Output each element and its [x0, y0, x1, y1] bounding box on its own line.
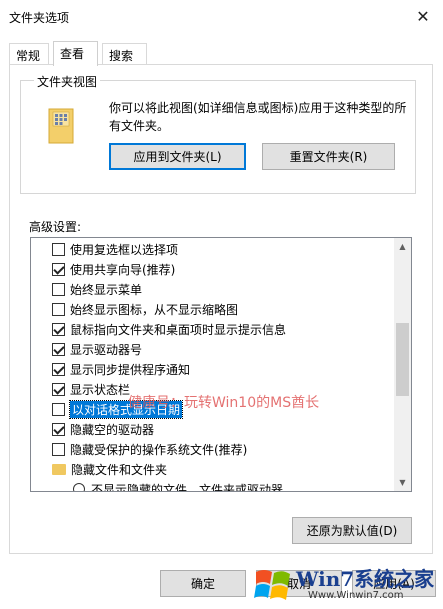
folder-icon — [52, 463, 66, 475]
list-item-label: 隐藏受保护的操作系统文件(推荐) — [70, 442, 248, 457]
scroll-down-arrow[interactable]: ▼ — [394, 474, 411, 491]
list-item-label: 使用复选框以选择项 — [70, 242, 179, 257]
list-item[interactable]: 显示驱动器号 — [31, 339, 395, 359]
list-item-label: 显示同步提供程序通知 — [70, 362, 191, 377]
checkbox[interactable] — [52, 262, 65, 276]
list-item-label: 显示状态栏 — [70, 382, 131, 397]
list-item-label: 隐藏文件和文件夹 — [71, 462, 168, 477]
tab-general[interactable]: 常规 — [9, 43, 49, 65]
chevron-down-icon: ▼ — [399, 478, 406, 487]
list-item[interactable]: 鼠标指向文件夹和桌面项时显示提示信息 — [31, 319, 395, 339]
list-item[interactable]: 隐藏空的驱动器 — [31, 419, 395, 439]
list-item-label: 始终显示菜单 — [70, 282, 143, 297]
scroll-up-arrow[interactable]: ▲ — [394, 238, 411, 255]
folder-views-group — [20, 80, 416, 194]
ok-button[interactable]: 确定 — [160, 570, 246, 597]
close-button[interactable]: ✕ — [409, 4, 437, 28]
advanced-settings-list[interactable]: 使用复选框以选择项 使用共享向导(推荐) 始终显示菜单 始终显示图标，从不显示缩… — [30, 237, 412, 492]
list-item[interactable]: 显示同步提供程序通知 — [31, 359, 395, 379]
checkbox[interactable] — [52, 442, 65, 456]
watermark-text: 健康号：玩转Win10的MS酋长 — [128, 395, 320, 411]
list-item[interactable]: 使用复选框以选择项 — [31, 239, 395, 259]
list-item-label: 隐藏空的驱动器 — [70, 422, 155, 437]
chevron-up-icon: ▲ — [399, 242, 406, 251]
checkbox[interactable] — [52, 362, 65, 376]
list-item-label: 始终显示图标，从不显示缩略图 — [70, 302, 239, 317]
checkbox[interactable] — [52, 322, 65, 336]
window-title: 文件夹选项 — [9, 11, 70, 25]
list-item[interactable]: 使用共享向导(推荐) — [31, 259, 395, 279]
list-item[interactable]: 始终显示菜单 — [31, 279, 395, 299]
scroll-thumb[interactable] — [396, 323, 409, 396]
logo-text: Win7系统之家 — [296, 567, 435, 591]
advanced-settings-label: 高级设置: — [29, 220, 82, 234]
tab-search[interactable]: 搜索 — [102, 43, 147, 65]
apply-to-folders-button[interactable]: 应用到文件夹(L) — [109, 143, 246, 170]
checkbox[interactable] — [52, 302, 65, 316]
title-bar: 文件夹选项 ✕ — [0, 0, 443, 34]
checkbox[interactable] — [52, 402, 65, 416]
list-item-label: 不显示隐藏的文件、文件夹或驱动器 — [91, 482, 284, 492]
checkbox[interactable] — [52, 342, 65, 356]
list-scrollbar[interactable]: ▲ ▼ — [394, 238, 411, 491]
list-item[interactable]: 始终显示图标，从不显示缩略图 — [31, 299, 395, 319]
logo-url: Www.Winwin7.com — [308, 590, 404, 601]
list-item-label: 显示驱动器号 — [70, 342, 143, 357]
radio-button[interactable] — [73, 483, 85, 491]
list-item-label: 使用共享向导(推荐) — [70, 262, 176, 277]
checkbox[interactable] — [52, 422, 65, 436]
list-item-folder[interactable]: 隐藏文件和文件夹 — [31, 459, 395, 479]
folder-views-description: 你可以将此视图(如详细信息或图标)应用于这种类型的所有文件夹。 — [109, 101, 407, 133]
list-item-radio[interactable]: 不显示隐藏的文件、文件夹或驱动器 — [31, 479, 395, 492]
close-icon: ✕ — [416, 6, 430, 26]
checkbox[interactable] — [52, 282, 65, 296]
list-item-label: 鼠标指向文件夹和桌面项时显示提示信息 — [70, 322, 287, 337]
tab-view[interactable]: 查看 — [53, 41, 98, 66]
restore-defaults-button[interactable]: 还原为默认值(D) — [292, 517, 412, 544]
folder-views-label: 文件夹视图 — [34, 73, 101, 90]
list-item[interactable]: 隐藏受保护的操作系统文件(推荐) — [31, 439, 395, 459]
checkbox[interactable] — [52, 242, 65, 256]
checkbox[interactable] — [52, 382, 65, 396]
folder-view-icon — [48, 108, 74, 144]
reset-folders-button[interactable]: 重置文件夹(R) — [262, 143, 395, 170]
